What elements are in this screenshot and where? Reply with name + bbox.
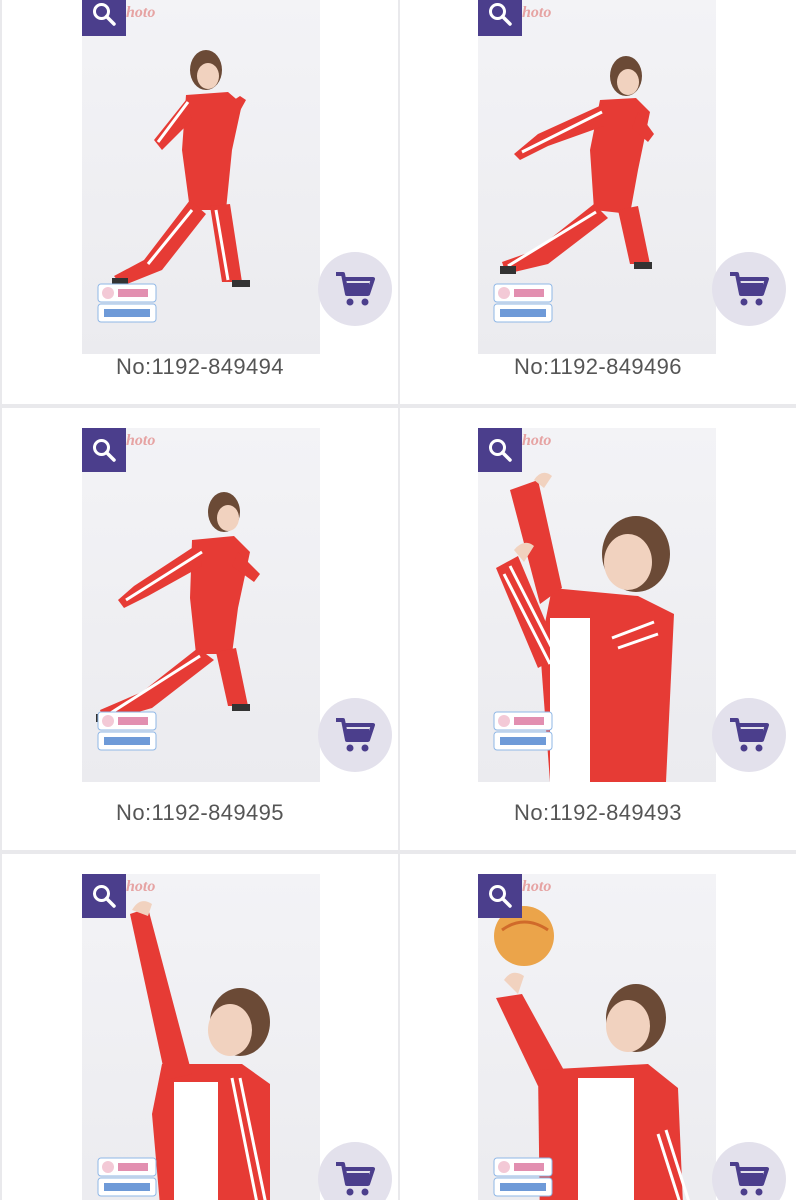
photo-watermark: hoto	[522, 4, 552, 21]
photo-watermark: hoto	[126, 878, 156, 895]
photo-watermark: hoto	[126, 432, 156, 449]
product-photo[interactable]: hoto	[478, 428, 716, 782]
person-figure	[494, 906, 690, 1200]
add-to-cart-button[interactable]	[712, 698, 786, 772]
person-figure	[130, 901, 270, 1200]
product-photo[interactable]: hoto	[478, 874, 716, 1200]
product-card: hoto	[2, 408, 398, 850]
add-to-cart-button[interactable]	[318, 698, 392, 772]
shopping-cart-icon	[730, 1162, 769, 1196]
zoom-button[interactable]	[82, 428, 126, 472]
magnifier-icon	[489, 885, 512, 908]
event-logo	[97, 283, 157, 323]
product-card: hoto	[400, 0, 796, 404]
product-photo[interactable]: hoto	[82, 0, 320, 354]
shopping-cart-icon	[336, 1162, 375, 1196]
zoom-button[interactable]	[478, 874, 522, 918]
event-logo	[97, 1157, 157, 1197]
zoom-button[interactable]	[478, 0, 522, 36]
product-grid: hoto No:1192-849494 hoto No:1192-849496 …	[0, 0, 796, 1200]
event-logo	[493, 711, 553, 751]
product-card: hoto	[2, 0, 398, 404]
event-logo	[97, 711, 157, 751]
zoom-button[interactable]	[478, 428, 522, 472]
magnifier-icon	[489, 3, 512, 26]
product-number: No:1192-849495	[116, 800, 284, 825]
product-photo[interactable]: hoto	[82, 428, 320, 782]
shopping-cart-icon	[336, 718, 375, 752]
magnifier-icon	[93, 439, 116, 462]
product-photo[interactable]: hoto	[478, 0, 716, 354]
photo-watermark: hoto	[126, 4, 156, 21]
event-logo	[493, 283, 553, 323]
photo-watermark: hoto	[522, 878, 552, 895]
event-logo	[493, 1157, 553, 1197]
shopping-cart-icon	[336, 272, 375, 306]
photo-watermark: hoto	[522, 432, 552, 449]
product-number: No:1192-849496	[514, 354, 682, 379]
magnifier-icon	[93, 3, 116, 26]
shopping-cart-icon	[730, 718, 769, 752]
add-to-cart-button[interactable]	[318, 1142, 392, 1200]
product-photo[interactable]: hoto	[82, 874, 320, 1200]
add-to-cart-button[interactable]	[712, 1142, 786, 1200]
add-to-cart-button[interactable]	[712, 252, 786, 326]
zoom-button[interactable]	[82, 874, 126, 918]
product-number: No:1192-849493	[514, 800, 682, 825]
product-number: No:1192-849494	[116, 354, 284, 379]
shopping-cart-icon	[730, 272, 769, 306]
product-card: hoto	[400, 408, 796, 850]
magnifier-icon	[93, 885, 116, 908]
magnifier-icon	[489, 439, 512, 462]
product-card: hoto	[2, 854, 398, 1200]
product-card: hoto	[400, 854, 796, 1200]
zoom-button[interactable]	[82, 0, 126, 36]
add-to-cart-button[interactable]	[318, 252, 392, 326]
